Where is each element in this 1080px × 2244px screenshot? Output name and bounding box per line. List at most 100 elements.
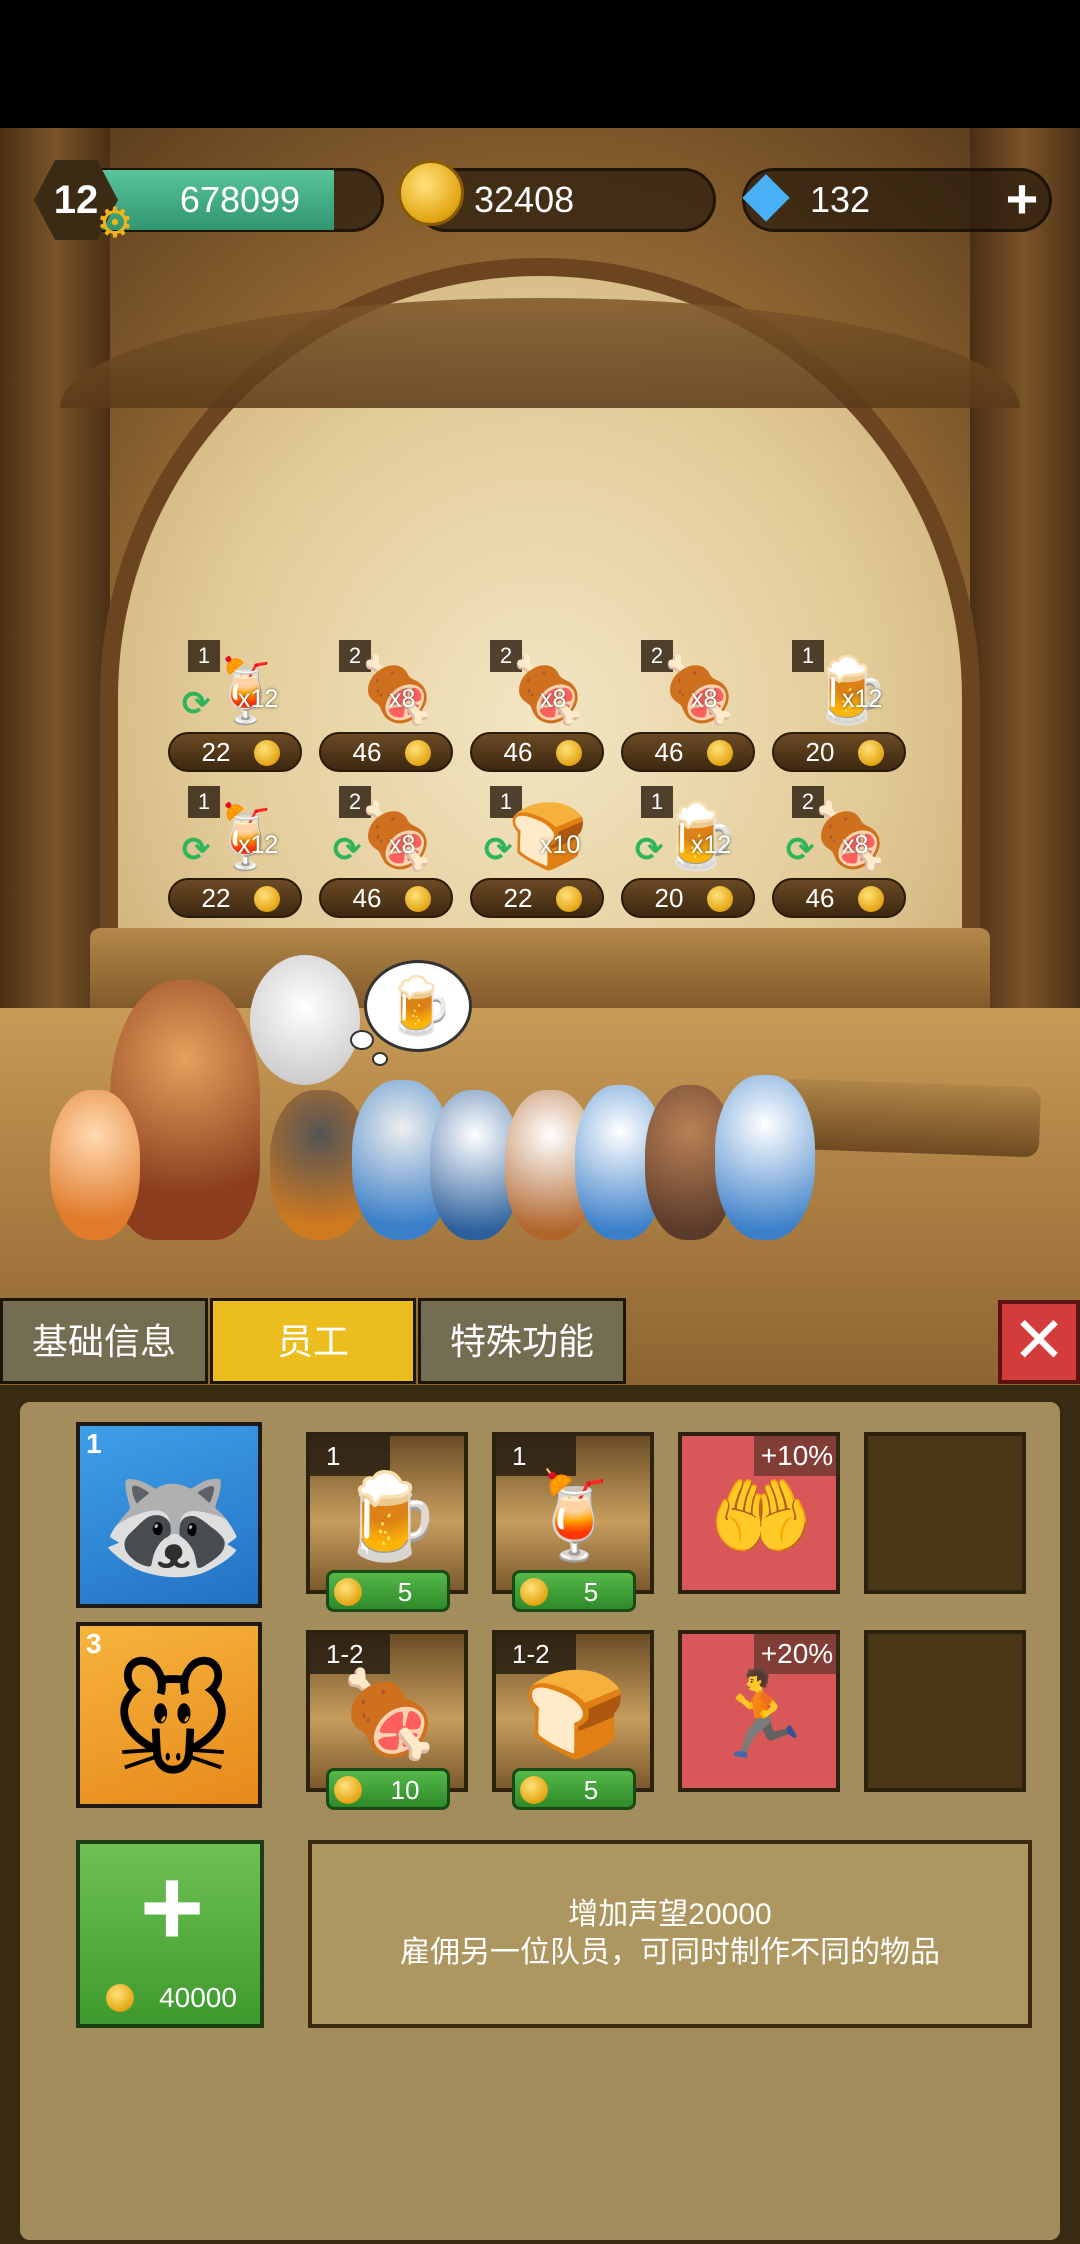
coin-icon: [405, 740, 431, 766]
coin-icon: [254, 886, 280, 912]
coin-icon: [520, 1776, 548, 1804]
order-slot[interactable]: 1 🍺 ⟳ x12 20: [621, 786, 755, 926]
hire-cost: 40000: [159, 1982, 237, 2013]
tab-staff[interactable]: 员工: [210, 1298, 416, 1384]
refresh-icon: ⟳: [181, 831, 211, 869]
coin-icon: [106, 1984, 134, 2012]
order-price: 22: [201, 883, 231, 913]
status-bar: [0, 0, 1080, 128]
order-slot[interactable]: 2 🍖 x8 46: [621, 640, 755, 780]
thought-dot: [372, 1052, 388, 1066]
reputation-bonus-text: 增加声望20000: [568, 1898, 772, 1931]
hire-benefit-text: 雇佣另一位队员，可同时制作不同的物品: [400, 1936, 940, 1969]
order-multiplier: x8: [389, 685, 416, 713]
coin-hand-icon: 🤲: [708, 1469, 814, 1563]
order-price: 46: [805, 883, 835, 913]
order-price: 46: [503, 737, 533, 767]
coin-icon: [556, 740, 582, 766]
hire-description-text: 增加声望20000 雇佣另一位队员，可同时制作不同的物品: [312, 1896, 1028, 1972]
dog-chef-character: [250, 955, 360, 1085]
tab-basic-info[interactable]: 基础信息: [0, 1298, 208, 1384]
order-price: 20: [805, 737, 835, 767]
upgrade-cost: 10: [390, 1775, 420, 1805]
plus-icon: +: [139, 1846, 205, 1969]
ham-icon: 🍖: [336, 1667, 442, 1761]
coin-icon: [707, 886, 733, 912]
coin-icon: [707, 740, 733, 766]
order-multiplier: x8: [691, 685, 718, 713]
order-multiplier: x8: [842, 831, 869, 859]
staff-portrait-mouse[interactable]: 3 🐭: [76, 1622, 262, 1808]
hire-staff-button[interactable]: + 40000: [76, 1840, 264, 2028]
order-price: 22: [503, 883, 533, 913]
coin-icon: [254, 740, 280, 766]
hire-description: 增加声望20000 雇佣另一位队员，可同时制作不同的物品: [308, 1840, 1032, 2028]
mouse-icon: 🐭: [111, 1659, 235, 1791]
empty-skill-slot[interactable]: [864, 1630, 1026, 1792]
coin-icon: [858, 886, 884, 912]
order-slot[interactable]: 2 🍖 x8 46: [319, 640, 453, 780]
raccoon-icon: 🦝: [99, 1459, 247, 1591]
wooden-beam: [60, 298, 1020, 408]
skill-slot[interactable]: 1 🍺 5: [306, 1432, 468, 1612]
girl-warrior-character: [50, 1090, 140, 1240]
order-price: 20: [654, 883, 684, 913]
add-gems-button[interactable]: +: [996, 170, 1048, 230]
order-price: 46: [352, 737, 382, 767]
coin-icon: [858, 740, 884, 766]
refresh-icon: ⟳: [634, 831, 664, 869]
refresh-icon: ⟳: [483, 831, 513, 869]
staff-portrait-raccoon[interactable]: 1 🦝: [76, 1422, 262, 1608]
cocktail-icon: 🍹: [522, 1469, 628, 1563]
beer-icon: 🍺: [336, 1469, 442, 1563]
coin-icon: [405, 886, 431, 912]
order-multiplier: x12: [238, 831, 279, 859]
order-slot[interactable]: 2 🍖 x8 46: [470, 640, 604, 780]
gem-icon: ◆: [742, 159, 790, 228]
coin-icon: [556, 886, 582, 912]
upgrade-cost: 5: [583, 1577, 599, 1607]
order-slot[interactable]: 1 🍹 ⟳ x12 22: [168, 786, 302, 926]
reputation-value: 678099: [179, 179, 301, 220]
thought-dot: [350, 1030, 374, 1050]
upgrade-cost: 5: [583, 1775, 599, 1805]
speed-boost-slot[interactable]: +20% 🏃: [678, 1630, 840, 1792]
skill-slot[interactable]: 1 🍹 5: [492, 1432, 654, 1612]
order-multiplier: x10: [540, 831, 581, 859]
coin-icon: [398, 160, 464, 226]
skill-slot[interactable]: 1-2 🍖 10: [306, 1630, 468, 1810]
beer-icon: 🍺: [384, 974, 454, 1037]
coin-icon: [334, 1578, 362, 1606]
order-price: 22: [201, 737, 231, 767]
coin-icon: [520, 1578, 548, 1606]
order-multiplier: x8: [540, 685, 567, 713]
empty-skill-slot[interactable]: [864, 1432, 1026, 1594]
order-price: 46: [352, 883, 382, 913]
coin-icon: [334, 1776, 362, 1804]
refresh-icon: ⟳: [332, 831, 362, 869]
order-multiplier: x12: [842, 685, 883, 713]
order-multiplier: x8: [389, 831, 416, 859]
order-slot[interactable]: 1 🍹 ⟳ x12 22: [168, 640, 302, 780]
wolf-character: [715, 1075, 815, 1240]
bread-icon: 🍞: [522, 1667, 628, 1761]
order-multiplier: x12: [691, 831, 732, 859]
refresh-icon: ⟳: [181, 685, 211, 723]
order-slot[interactable]: 2 🍖 ⟳ x8 46: [319, 786, 453, 926]
speed-runner-icon: 🏃: [708, 1667, 814, 1761]
coin-value: 32408: [474, 179, 575, 220]
order-slot[interactable]: 1 🍺 x12 20: [772, 640, 906, 780]
wooden-bench: [778, 1078, 1042, 1158]
tab-special-functions[interactable]: 特殊功能: [418, 1298, 626, 1384]
close-button[interactable]: ✕: [998, 1300, 1080, 1384]
gear-icon[interactable]: ⚙: [94, 202, 136, 244]
upgrade-cost: 5: [397, 1577, 413, 1607]
refresh-icon: ⟳: [785, 831, 815, 869]
gem-value: 132: [810, 179, 871, 220]
order-multiplier: x12: [238, 685, 279, 713]
order-slot[interactable]: 2 🍖 ⟳ x8 46: [772, 786, 906, 926]
order-slot[interactable]: 1 🍞 ⟳ x10 22: [470, 786, 604, 926]
skill-slot[interactable]: 1-2 🍞 5: [492, 1630, 654, 1810]
coin-boost-slot[interactable]: +10% 🤲: [678, 1432, 840, 1594]
order-price: 46: [654, 737, 684, 767]
